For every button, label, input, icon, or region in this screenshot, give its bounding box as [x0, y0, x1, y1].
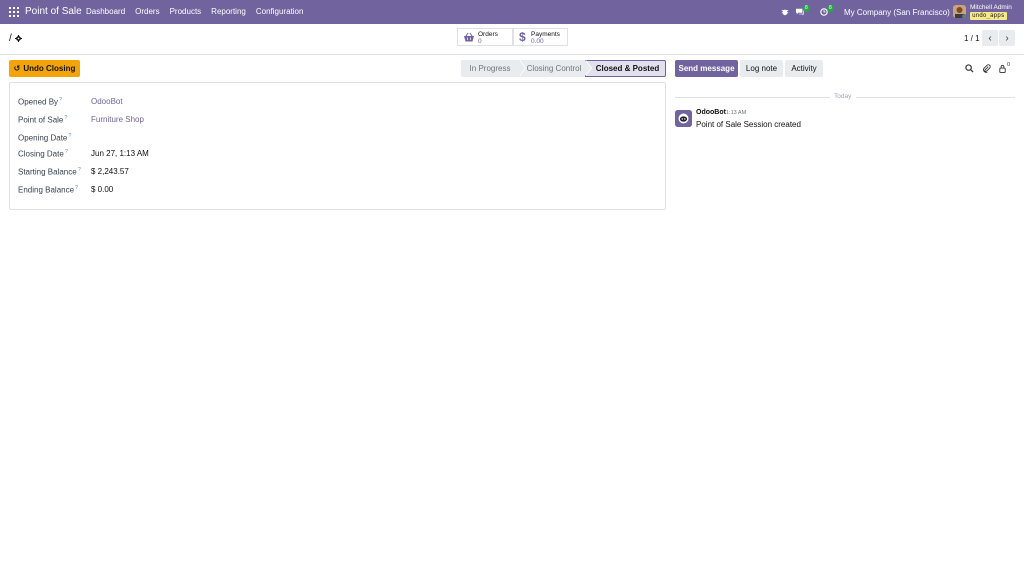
- menu-dashboard[interactable]: Dashboard: [86, 7, 125, 16]
- orders-stat-value: 0: [478, 38, 482, 45]
- opened-by-link[interactable]: OdooBot: [91, 97, 123, 109]
- field-point-of-sale: Point of Sale? Furniture Shop: [18, 115, 144, 127]
- user-name[interactable]: Mitchell Admin: [970, 4, 1012, 11]
- stage-closed-posted[interactable]: Closed & Posted: [585, 60, 666, 77]
- log-note-button[interactable]: Log note: [740, 60, 783, 77]
- chevron-right-icon: ›: [1005, 32, 1009, 44]
- send-message-button[interactable]: Send message: [675, 60, 738, 77]
- help-tooltip-icon[interactable]: ?: [78, 167, 81, 173]
- pager-previous-button[interactable]: ‹: [982, 30, 998, 46]
- followers-count: 0: [1007, 62, 1011, 68]
- user-avatar[interactable]: [953, 5, 966, 18]
- undo-closing-label: Undo Closing: [23, 64, 76, 73]
- help-tooltip-icon[interactable]: ?: [75, 185, 78, 191]
- field-closing-date: Closing Date? Jun 27, 1:13 AM: [18, 149, 149, 161]
- menu-products[interactable]: Products: [170, 7, 202, 16]
- message-author[interactable]: OdooBot: [696, 109, 726, 116]
- odoobot-face-icon: [675, 110, 692, 127]
- dollar-icon: $: [519, 30, 526, 44]
- menu-orders[interactable]: Orders: [135, 7, 159, 16]
- ending-balance-value: $ 0.00: [91, 185, 114, 194]
- point-of-sale-link[interactable]: Furniture Shop: [91, 115, 144, 127]
- menu-configuration[interactable]: Configuration: [256, 7, 304, 16]
- activity-button[interactable]: Activity: [785, 60, 823, 77]
- orders-stat-label: Orders: [478, 31, 498, 38]
- closing-date-value: Jun 27, 1:13 AM: [91, 149, 149, 158]
- message-body: Point of Sale Session created: [696, 120, 801, 129]
- payments-stat-value: 0.00: [531, 38, 544, 45]
- form-sheet: Opened By? OdooBot Point of Sale? Furnit…: [9, 82, 666, 210]
- pager-next-button[interactable]: ›: [999, 30, 1015, 46]
- breadcrumb-title: /: [9, 33, 12, 44]
- pager-value[interactable]: 1 / 1: [964, 34, 980, 43]
- company-switcher[interactable]: My Company (San Francisco): [844, 8, 950, 17]
- payments-stat-button[interactable]: $ Payments 0.00: [513, 28, 568, 46]
- undo-closing-button[interactable]: ↺ Undo Closing: [9, 60, 80, 77]
- chevron-left-icon: ‹: [988, 32, 992, 44]
- menu-reporting[interactable]: Reporting: [211, 7, 246, 16]
- stage-in-progress[interactable]: In Progress: [461, 60, 526, 77]
- gear-icon[interactable]: [15, 35, 22, 42]
- undo-icon: ↺: [13, 64, 21, 73]
- search-icon[interactable]: [965, 64, 974, 73]
- top-navbar: Point of Sale Dashboard Orders Products …: [0, 0, 1024, 24]
- lock-follow-icon[interactable]: [998, 64, 1007, 73]
- field-opening-date: Opening Date?: [18, 133, 91, 145]
- field-label: Closing Date?: [18, 149, 68, 159]
- orders-stat-button[interactable]: Orders 0: [457, 28, 513, 46]
- help-tooltip-icon[interactable]: ?: [59, 97, 62, 103]
- date-divider-right: [856, 97, 1015, 98]
- apps-menu-icon[interactable]: [9, 7, 19, 17]
- field-label: Ending Balance?: [18, 185, 79, 195]
- message-time: 1:13 AM: [726, 110, 747, 116]
- control-panel: / Orders 0 $ Payments 0.00 1 / 1 ‹ ›: [0, 24, 1024, 55]
- stage-label: In Progress: [469, 64, 511, 73]
- date-separator: Today: [834, 93, 852, 100]
- field-label: Opened By?: [18, 97, 63, 107]
- activities-badge: 8: [827, 5, 834, 12]
- stage-closing-control[interactable]: Closing Control: [519, 60, 592, 77]
- payments-stat-label: Payments: [531, 31, 560, 38]
- database-badge: undo_apps: [970, 12, 1007, 20]
- field-ending-balance: Ending Balance? $ 0.00: [18, 185, 113, 197]
- help-tooltip-icon[interactable]: ?: [65, 149, 68, 155]
- help-tooltip-icon[interactable]: ?: [64, 115, 67, 121]
- online-status-dot: [962, 14, 966, 18]
- stage-label: Closing Control: [526, 64, 582, 73]
- field-label: Opening Date?: [18, 133, 72, 143]
- help-tooltip-icon[interactable]: ?: [68, 133, 71, 139]
- odoobot-avatar[interactable]: [675, 110, 692, 127]
- starting-balance-value: $ 2,243.57: [91, 167, 129, 176]
- status-bar: In Progress Closing Control Closed & Pos…: [461, 60, 666, 77]
- basket-icon: [464, 32, 474, 42]
- app-title[interactable]: Point of Sale: [25, 6, 82, 17]
- messages-badge: 8: [803, 5, 810, 12]
- main-menu: Dashboard Orders Products Reporting Conf…: [86, 7, 313, 16]
- debug-bug-icon[interactable]: [781, 8, 789, 16]
- field-label: Point of Sale?: [18, 115, 68, 125]
- field-opened-by: Opened By? OdooBot: [18, 97, 123, 109]
- field-starting-balance: Starting Balance? $ 2,243.57: [18, 167, 129, 179]
- field-label: Starting Balance?: [18, 167, 81, 177]
- stage-label: Closed & Posted: [595, 64, 660, 73]
- date-divider-left: [675, 97, 830, 98]
- paperclip-icon[interactable]: [982, 64, 991, 73]
